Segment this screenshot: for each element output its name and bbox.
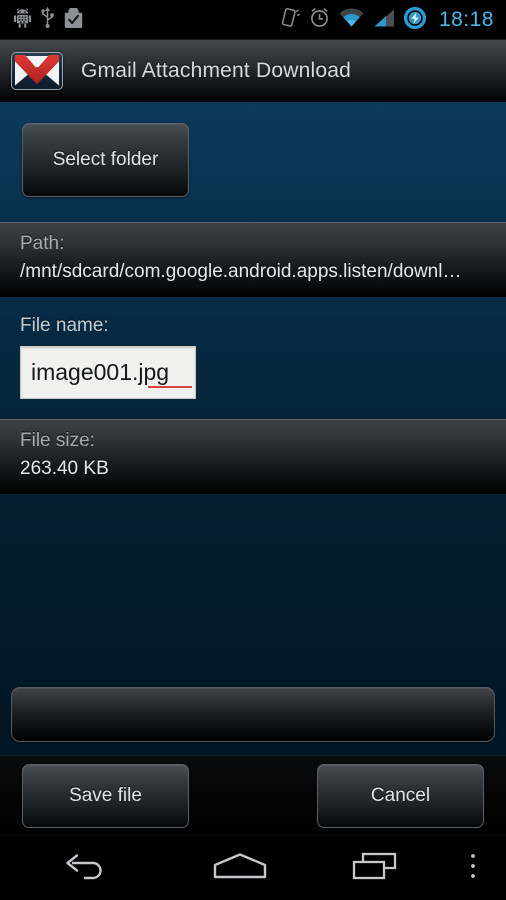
usb-icon [40, 7, 55, 33]
dialog-button-bar: Save file Cancel [0, 755, 506, 835]
nav-home-button[interactable] [170, 836, 310, 900]
gmail-envelope-icon [11, 51, 63, 90]
status-clock: 18:18 [438, 8, 494, 31]
path-section: Path: /mnt/sdcard/com.google.android.app… [0, 222, 506, 297]
save-file-button[interactable]: Save file [22, 763, 189, 828]
path-label: Path: [20, 233, 65, 254]
back-icon [63, 851, 107, 886]
status-bar: 18:18 [0, 0, 506, 40]
file-size-section: File size: 263.40 KB [0, 419, 506, 494]
recents-icon [352, 851, 398, 886]
overflow-menu-icon [468, 852, 478, 885]
alarm-clock-icon [309, 7, 330, 33]
home-icon [213, 852, 267, 885]
download-progress-bar [11, 687, 495, 742]
page-title: Gmail Attachment Download [81, 58, 351, 82]
action-bar: Gmail Attachment Download [0, 40, 506, 102]
cancel-button[interactable]: Cancel [317, 763, 484, 828]
nav-overflow-menu-button[interactable] [440, 836, 506, 900]
file-name-text: image001.jpg [31, 359, 170, 385]
spellcheck-underline [148, 386, 192, 388]
progress-row [0, 687, 506, 755]
play-store-checkmark-icon [64, 6, 83, 33]
file-size-value: 263.40 KB [20, 458, 109, 479]
file-name-value: image001.jpg [31, 359, 192, 388]
file-size-label: File size: [20, 430, 95, 451]
navigation-bar [0, 835, 506, 900]
path-value: /mnt/sdcard/com.google.android.apps.list… [20, 261, 462, 282]
cellular-signal-icon [373, 8, 395, 33]
nav-recents-button[interactable] [310, 836, 440, 900]
file-name-input[interactable]: image001.jpg [20, 346, 196, 399]
android-debug-icon [14, 7, 31, 33]
status-bar-right-icons: 18:18 [280, 6, 498, 34]
select-folder-button[interactable]: Select folder [22, 123, 189, 197]
select-folder-row: Select folder [0, 102, 506, 222]
android-screen: 18:18 Gmail Attachment Download Select f… [0, 0, 506, 900]
status-bar-left-icons [8, 6, 83, 33]
wifi-signal-icon [339, 7, 364, 33]
main-content: Select folder Path: /mnt/sdcard/com.goog… [0, 102, 506, 755]
file-name-label: File name: [20, 315, 109, 336]
vibrate-mode-icon [280, 7, 301, 33]
file-name-section: File name: image001.jpg [0, 297, 506, 419]
battery-charging-icon [403, 6, 426, 34]
nav-back-button[interactable] [0, 836, 170, 900]
